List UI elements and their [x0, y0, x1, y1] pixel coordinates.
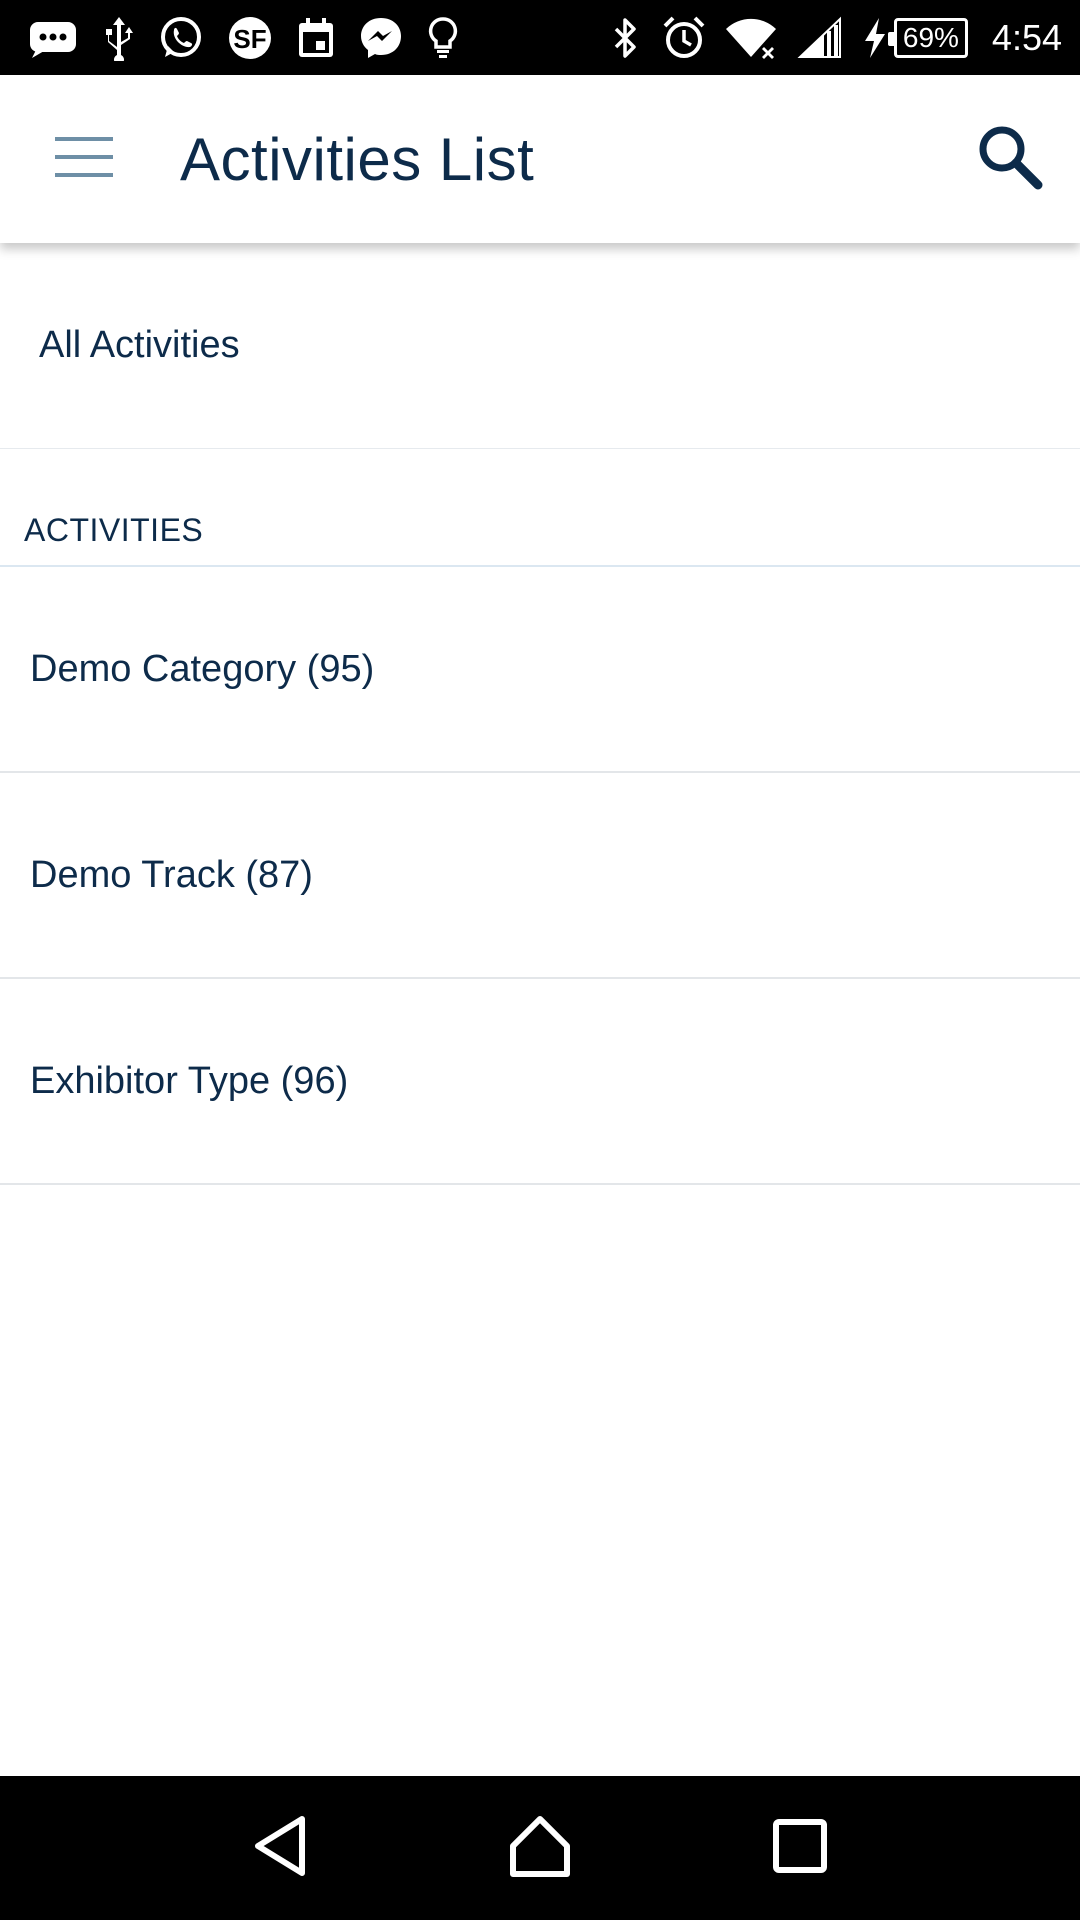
bluetooth-icon	[608, 14, 644, 62]
wifi-icon	[724, 14, 778, 62]
list-item-label: Demo Category (95)	[30, 647, 375, 690]
calendar-icon	[296, 14, 336, 62]
svg-text:SF: SF	[233, 24, 266, 54]
bulb-icon	[426, 14, 460, 62]
usb-icon	[102, 14, 136, 62]
charging-icon	[862, 14, 888, 62]
activities-content: All Activities ACTIVITIES Demo Category …	[0, 243, 1080, 1185]
recents-icon	[772, 1818, 828, 1879]
messenger-icon	[358, 14, 404, 62]
screen: SF 69% 4:54 Activities List All Activiti…	[0, 0, 1080, 1920]
app-bar: Activities List	[0, 75, 1080, 243]
battery-level: 69%	[887, 17, 968, 58]
section-header-activities: ACTIVITIES	[0, 449, 1080, 567]
list-item-demo-category[interactable]: Demo Category (95)	[0, 567, 1080, 773]
list-item-label: Demo Track (87)	[30, 853, 313, 896]
status-time: 4:54	[991, 16, 1062, 58]
navigation-bar	[0, 1776, 1080, 1920]
sf-icon: SF	[226, 14, 274, 62]
all-activities-label: All Activities	[39, 324, 240, 366]
signal-icon	[796, 14, 844, 62]
hamburger-menu-icon	[55, 136, 113, 183]
back-icon	[252, 1814, 308, 1883]
list-item-demo-track[interactable]: Demo Track (87)	[0, 773, 1080, 979]
home-icon	[508, 1814, 572, 1883]
recents-button[interactable]	[745, 1793, 855, 1903]
status-bar: SF 69% 4:54	[0, 0, 1080, 75]
list-item-exhibitor-type[interactable]: Exhibitor Type (96)	[0, 979, 1080, 1185]
list-item-label: Exhibitor Type (96)	[30, 1059, 349, 1102]
home-button[interactable]	[485, 1793, 595, 1903]
battery-indicator: 69%	[862, 14, 968, 62]
search-button[interactable]	[962, 111, 1058, 207]
message-icon	[28, 14, 80, 62]
search-icon	[977, 124, 1043, 195]
alarm-icon	[662, 14, 706, 62]
menu-button[interactable]	[30, 111, 138, 207]
page-title: Activities List	[180, 125, 535, 193]
all-activities-item[interactable]: All Activities	[0, 243, 1080, 449]
notification-icons: SF	[28, 14, 460, 62]
back-button[interactable]	[225, 1793, 335, 1903]
system-icons: 69% 4:54	[608, 14, 1062, 62]
whatsapp-icon	[158, 14, 204, 62]
